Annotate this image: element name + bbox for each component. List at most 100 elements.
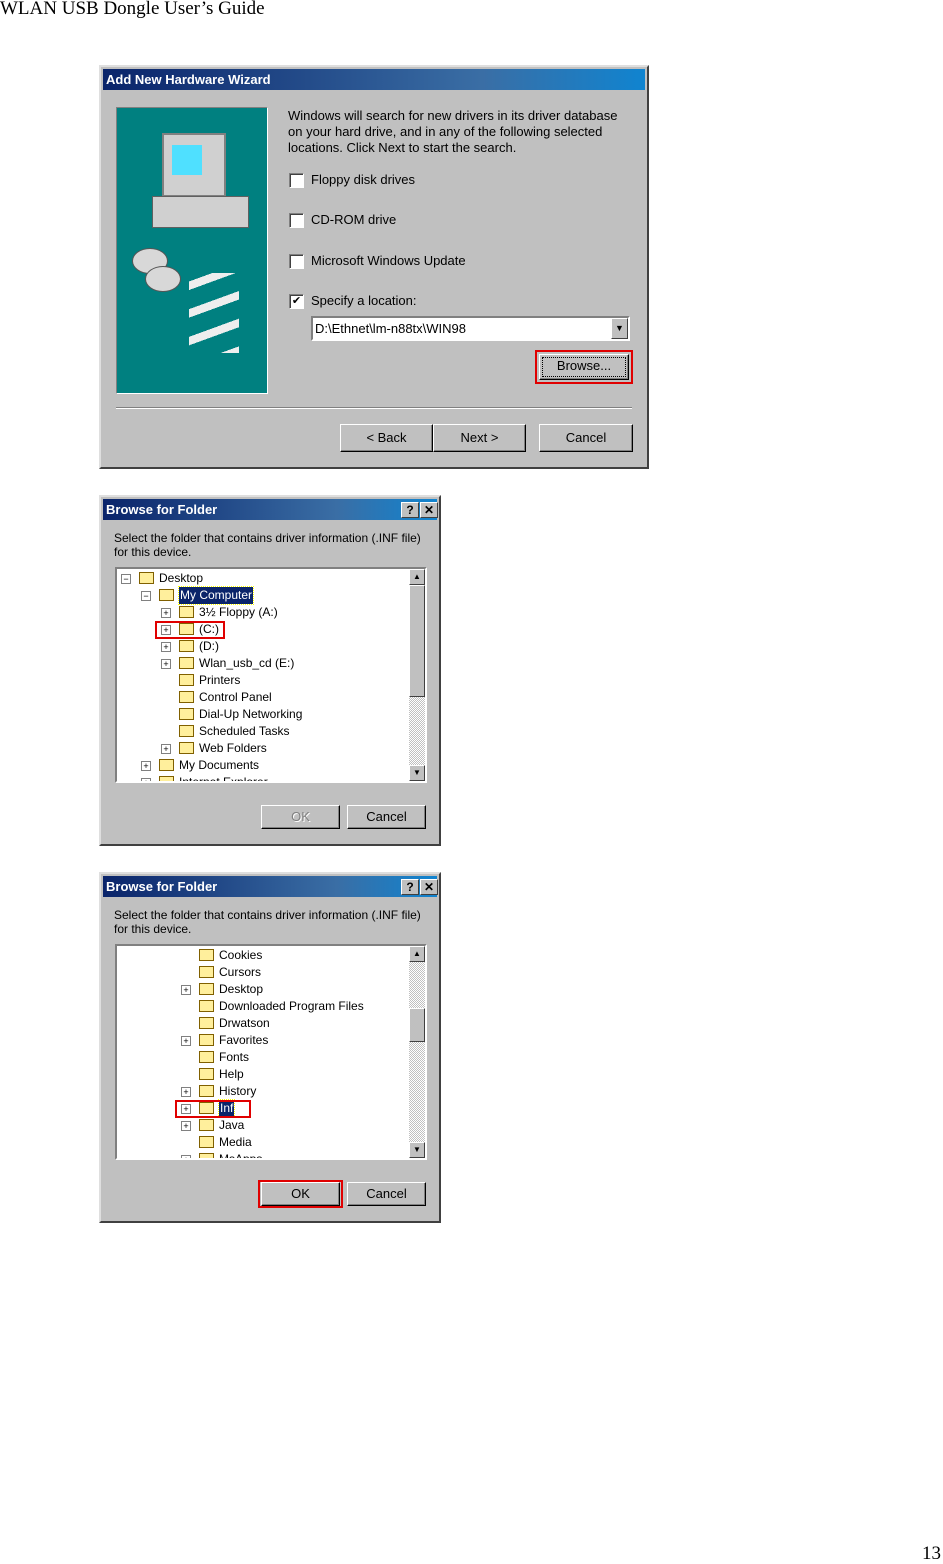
tree-item-label: Cookies: [219, 948, 263, 962]
help-button[interactable]: ?: [401, 879, 419, 895]
help-button[interactable]: ?: [401, 502, 419, 518]
wizard-illustration: [116, 107, 268, 394]
scroll-thumb[interactable]: [409, 1008, 425, 1042]
scroll-down-icon[interactable]: ▼: [409, 1142, 425, 1158]
checkbox[interactable]: [289, 254, 304, 269]
folder-icon: [179, 674, 194, 686]
tree-item-label: Wlan_usb_cd (E:): [199, 656, 295, 670]
computer-base-icon: [152, 196, 249, 228]
tree-item[interactable]: Help: [117, 1066, 409, 1083]
checkbox[interactable]: [289, 213, 304, 228]
tree-item-label: Desktop: [219, 982, 264, 996]
expand-icon[interactable]: +: [181, 1087, 191, 1097]
tree-scrollbar[interactable]: ▲ ▼: [409, 569, 425, 781]
tree-item-label: My Documents: [179, 758, 260, 772]
folder-tree[interactable]: + MsApps Media + Java + Inf + History Help Fonts + F…: [115, 944, 427, 1160]
folder-icon: [199, 1136, 214, 1148]
close-button[interactable]: ✕: [420, 879, 438, 895]
browse-for-folder-dialog-1: Browse for Folder ? ✕ Select the folder …: [99, 495, 441, 846]
tree-item[interactable]: Drwatson: [117, 1015, 409, 1032]
expand-icon[interactable]: +: [141, 778, 151, 781]
tree-item-label: Java: [219, 1118, 245, 1132]
tree-item[interactable]: + Web Folders: [117, 740, 409, 757]
location-value: D:\Ethnet\lm-n88tx\WIN98: [315, 321, 466, 336]
tree-item[interactable]: +3½ Floppy (A:): [117, 604, 409, 621]
expand-icon[interactable]: +: [161, 659, 171, 669]
tree-item-label: Scheduled Tasks: [199, 724, 290, 738]
tree-item[interactable]: + Inf: [117, 1099, 409, 1118]
tree-item[interactable]: + My Documents: [117, 757, 409, 774]
checkbox-label[interactable]: Floppy disk drives: [311, 172, 415, 187]
tree-item-label: Favorites: [219, 1033, 269, 1047]
expand-icon[interactable]: +: [181, 985, 191, 995]
tree-item[interactable]: − Desktop: [117, 570, 409, 587]
expand-icon[interactable]: +: [161, 744, 171, 754]
folder-tree[interactable]: + Internet Explorer + My Documents + Web Fold…: [115, 567, 427, 783]
back-button[interactable]: < Back: [340, 424, 433, 452]
document-header: WLAN USB Dongle User’s Guide: [0, 0, 265, 19]
tree-item-label: Desktop: [159, 571, 204, 585]
next-button[interactable]: Next >: [433, 424, 526, 452]
tree-item[interactable]: Dial-Up Networking: [117, 706, 409, 723]
close-button[interactable]: ✕: [420, 502, 438, 518]
tree-item[interactable]: Cursors: [117, 964, 409, 981]
tree-item[interactable]: Control Panel: [117, 689, 409, 706]
checkbox-label[interactable]: Specify a location:: [311, 293, 417, 308]
tree-item[interactable]: + Desktop: [117, 981, 409, 998]
folder-icon: [179, 657, 194, 669]
tree-item[interactable]: Downloaded Program Files: [117, 998, 409, 1015]
tree-item-label: Dial-Up Networking: [199, 707, 303, 721]
expand-icon[interactable]: +: [161, 608, 171, 618]
browse-for-folder-dialog-2: Browse for Folder ? ✕ Select the folder …: [99, 872, 441, 1223]
tree-item[interactable]: + (C:): [117, 621, 409, 639]
tree-scrollbar[interactable]: ▲ ▼: [409, 946, 425, 1158]
expand-icon[interactable]: +: [161, 642, 171, 652]
tree-item-label: Media: [219, 1135, 252, 1149]
tree-item[interactable]: Cookies: [117, 947, 409, 964]
tree-item[interactable]: Scheduled Tasks: [117, 723, 409, 740]
location-combobox[interactable]: D:\Ethnet\lm-n88tx\WIN98 ▼: [311, 316, 630, 341]
collapse-icon[interactable]: −: [141, 591, 151, 601]
checkbox-label[interactable]: Microsoft Windows Update: [311, 253, 466, 268]
folder-icon: [179, 691, 194, 703]
tree-item[interactable]: − My Computer: [117, 586, 409, 605]
tree-item-label: Drwatson: [219, 1016, 270, 1030]
expand-icon[interactable]: +: [181, 1121, 191, 1131]
scroll-down-icon[interactable]: ▼: [409, 765, 425, 781]
scroll-up-icon[interactable]: ▲: [409, 946, 425, 962]
tree-item[interactable]: + History: [117, 1083, 409, 1100]
ok-button[interactable]: OK: [261, 805, 340, 829]
tree-item[interactable]: Printers: [117, 672, 409, 689]
tree-item[interactable]: + (D:): [117, 638, 409, 655]
browse-button[interactable]: Browse...: [539, 354, 629, 380]
tree-item-label: Help: [219, 1067, 244, 1081]
add-hardware-wizard-dialog: Add New Hardware Wizard Windows will sea…: [99, 65, 649, 469]
tree-item[interactable]: + Java: [117, 1117, 409, 1134]
tree-item[interactable]: Fonts: [117, 1049, 409, 1066]
folder-icon: [179, 725, 194, 737]
highlight-box: [175, 1100, 251, 1118]
expand-icon[interactable]: +: [181, 1036, 191, 1046]
expand-icon[interactable]: +: [181, 1155, 191, 1158]
cancel-button[interactable]: Cancel: [347, 1182, 426, 1206]
tree-item[interactable]: + Internet Explorer: [117, 774, 409, 781]
tree-item-label: 3½ Floppy (A:): [199, 605, 278, 619]
tree-item-label: Printers: [199, 673, 241, 687]
tree-item[interactable]: + Favorites: [117, 1032, 409, 1049]
expand-icon[interactable]: +: [141, 761, 151, 771]
collapse-icon[interactable]: −: [121, 574, 131, 584]
checkbox-label[interactable]: CD-ROM drive: [311, 212, 396, 227]
tree-item[interactable]: + MsApps: [117, 1151, 409, 1158]
tree-item[interactable]: + Wlan_usb_cd (E:): [117, 655, 409, 672]
checkbox[interactable]: ✔: [289, 294, 304, 309]
wizard-description: Windows will search for new drivers in i…: [288, 108, 618, 155]
ok-button[interactable]: OK: [261, 1182, 340, 1206]
cancel-button[interactable]: Cancel: [347, 805, 426, 829]
scroll-up-icon[interactable]: ▲: [409, 569, 425, 585]
checkbox[interactable]: [289, 173, 304, 188]
cancel-button[interactable]: Cancel: [539, 424, 633, 452]
folder-icon: [139, 572, 154, 584]
dropdown-arrow-icon[interactable]: ▼: [611, 318, 628, 339]
scroll-thumb[interactable]: [409, 585, 425, 697]
tree-item[interactable]: Media: [117, 1134, 409, 1151]
